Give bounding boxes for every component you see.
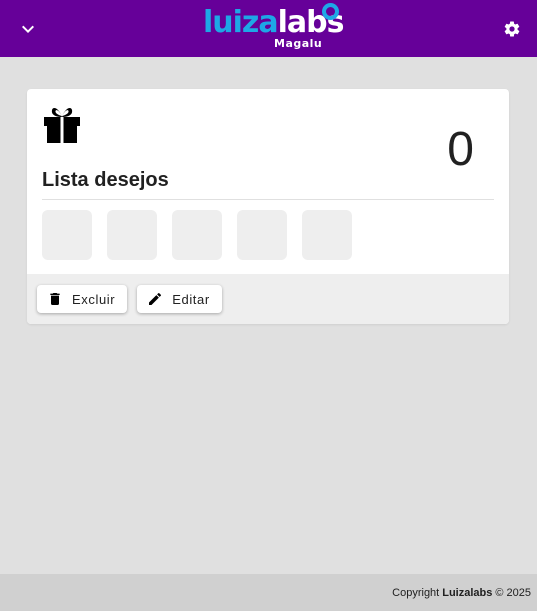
thumbnail-row: [42, 210, 352, 260]
thumbnail-placeholder: [42, 210, 92, 260]
thumbnail-placeholder: [107, 210, 157, 260]
edit-button-label: Editar: [172, 291, 210, 307]
divider: [42, 199, 494, 200]
chevron-down-icon[interactable]: [16, 17, 40, 41]
luizalabs-logo[interactable]: luizalabs Magalu: [203, 3, 344, 53]
wishlist-card[interactable]: 0 Lista desejos Excluir Editar: [27, 89, 509, 324]
thumbnail-placeholder: [302, 210, 352, 260]
app-header: luizalabs Magalu: [0, 0, 537, 57]
pencil-icon: [149, 292, 162, 305]
gift-icon: [44, 108, 80, 143]
copyright-prefix: Copyright: [392, 586, 440, 599]
page-footer: Copyright Luizalabs © 2025: [0, 574, 537, 611]
gear-icon[interactable]: [500, 17, 524, 41]
card-actions: Excluir Editar: [27, 274, 509, 324]
copyright-brand: Luizalabs: [442, 586, 493, 599]
trash-icon: [50, 293, 60, 305]
edit-button[interactable]: Editar: [137, 285, 222, 313]
logo-ring: [322, 3, 339, 20]
wishlist-count: 0: [447, 123, 474, 176]
delete-button-label: Excluir: [72, 291, 116, 307]
copyright-suffix: © 2025: [495, 586, 531, 599]
thumbnail-placeholder: [237, 210, 287, 260]
wishlist-title: Lista desejos: [42, 169, 169, 191]
thumbnail-placeholder: [172, 210, 222, 260]
delete-button[interactable]: Excluir: [37, 285, 128, 313]
logo-subtitle: Magalu: [274, 37, 323, 50]
